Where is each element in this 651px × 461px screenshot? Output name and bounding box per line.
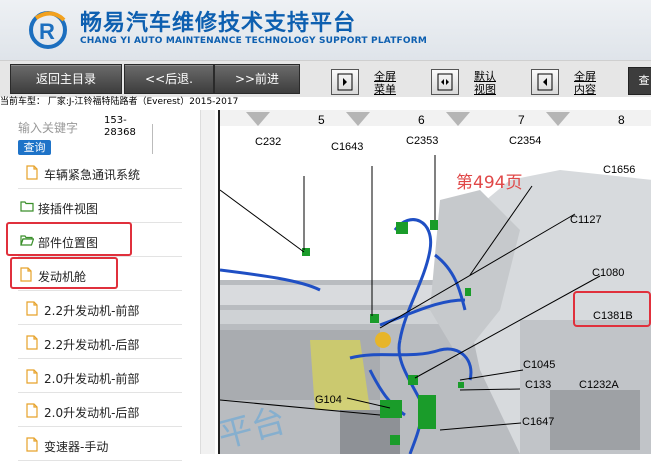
default-view-button[interactable] [431, 69, 459, 95]
forward-button[interactable]: >>前进 [214, 64, 300, 94]
left-scrollbar[interactable] [200, 110, 215, 454]
tree-item-label: 车辆紧急通讯系统 [44, 168, 141, 182]
tree-item[interactable]: 变速器-手动 [0, 429, 200, 461]
fullscreen-content-icon [537, 73, 553, 91]
connector-label-c1643: C1643 [331, 141, 363, 153]
tree-item-label: 2.0升发动机-后部 [44, 406, 140, 420]
document-icon [26, 165, 40, 181]
connector-label-c1080: C1080 [592, 267, 624, 279]
tree-separator [18, 426, 182, 427]
part-code: 153- 28368 [104, 115, 136, 138]
document-icon [26, 335, 40, 351]
connector-label-c2354: C2354 [509, 135, 541, 147]
diagram-canvas: 5 6 7 8 C232 C1643 C2353 C2354 C1656 C11… [220, 110, 651, 454]
left-nav-pane: 输入关键字 查询 153- 28368 车辆紧急通讯系统接插件视图部件位置图 发动机… [0, 110, 200, 461]
connector-label-c1381b: C1381B [593, 310, 633, 322]
header-banner: R 畅易汽车维修技术支持平台 CHANG YI AUTO MAINTENANCE… [0, 0, 651, 60]
page-number-label: 第494页 [456, 173, 522, 193]
logo-icon: R [29, 11, 67, 49]
tree-item-label: 2.0升发动机-前部 [44, 372, 140, 386]
tree-item[interactable]: 接插件视图 [0, 191, 200, 223]
connector-label-c1656: C1656 [603, 164, 635, 176]
connector-label-c2353: C2353 [406, 135, 438, 147]
back-main-button[interactable]: 返回主目录 [10, 64, 122, 94]
tree-separator [18, 188, 182, 189]
column-label-7: 7 [518, 113, 525, 127]
back-button[interactable]: <<后退. [124, 64, 214, 94]
tree-item-label: 接插件视图 [38, 202, 99, 216]
tree-separator [18, 290, 182, 291]
highlight-box [10, 257, 118, 289]
fullscreen-content-label[interactable]: 全屏 内容 [574, 70, 596, 96]
document-icon [26, 437, 40, 453]
svg-text:R: R [39, 19, 55, 44]
connector-label-c1127: C1127 [570, 214, 602, 226]
fullscreen-content-button[interactable] [531, 69, 559, 95]
tree-separator [18, 358, 182, 359]
query-button[interactable]: 查询 [18, 140, 51, 155]
fullscreen-menu-label[interactable]: 全屏 菜单 [374, 70, 396, 96]
column-ruler [220, 110, 651, 126]
vehicle-info: 当前车型： 厂家:J-江铃福特陆路者（Everest）2015-2017 [0, 97, 239, 107]
search-area: 输入关键字 查询 153- 28368 [18, 115, 200, 158]
tree-item[interactable]: 部件位置图 [0, 222, 200, 257]
document-icon [26, 369, 40, 385]
document-icon [26, 403, 40, 419]
column-label-5: 5 [318, 113, 325, 127]
toolbar: 返回主目录 <<后退. >>前进 全屏 菜单 默认 视图 全屏 内容 查 [0, 60, 651, 97]
connector-label-c232: C232 [255, 136, 281, 148]
divider [152, 124, 153, 154]
component-diagram[interactable]: 5 6 7 8 C232 C1643 C2353 C2354 C1656 C11… [218, 110, 651, 454]
connector-label-c1232a: C1232A [579, 379, 619, 391]
highlight-box [6, 222, 132, 256]
tree-item[interactable]: 车辆紧急通讯系统 [0, 157, 200, 189]
default-view-label[interactable]: 默认 视图 [474, 70, 496, 96]
column-label-8: 8 [618, 113, 625, 127]
tree-item[interactable]: 2.2升发动机-前部 [0, 293, 200, 325]
platform-subtitle: CHANG YI AUTO MAINTENANCE TECHNOLOGY SUP… [80, 36, 428, 46]
tree-item-label: 2.2升发动机-前部 [44, 304, 140, 318]
tree-separator [18, 392, 182, 393]
tree-item[interactable]: 2.2升发动机-后部 [0, 327, 200, 359]
fullscreen-menu-icon [337, 73, 353, 91]
connector-label-c133: C133 [525, 379, 551, 391]
connector-label-g104: G104 [315, 394, 342, 406]
connector-label-c1045: C1045 [523, 359, 555, 371]
search-short-button[interactable]: 查 [628, 67, 651, 95]
connector-ring [375, 332, 391, 348]
fullscreen-menu-button[interactable] [331, 69, 359, 95]
tree-item[interactable]: 2.0升发动机-后部 [0, 395, 200, 427]
tree-item[interactable]: 发动机舱 [0, 257, 200, 291]
tree-item-label: 变速器-手动 [44, 440, 109, 454]
folder-icon [20, 199, 34, 215]
default-view-icon [437, 73, 453, 91]
connector-label-c1647: C1647 [522, 416, 554, 428]
tree-item-label: 2.2升发动机-后部 [44, 338, 140, 352]
tree-item[interactable]: 2.0升发动机-前部 [0, 361, 200, 393]
search-input[interactable]: 输入关键字 [18, 118, 98, 138]
column-label-6: 6 [418, 113, 425, 127]
tree-separator [18, 324, 182, 325]
platform-title: 畅易汽车维修技术支持平台 [80, 11, 357, 36]
document-icon [26, 301, 40, 317]
